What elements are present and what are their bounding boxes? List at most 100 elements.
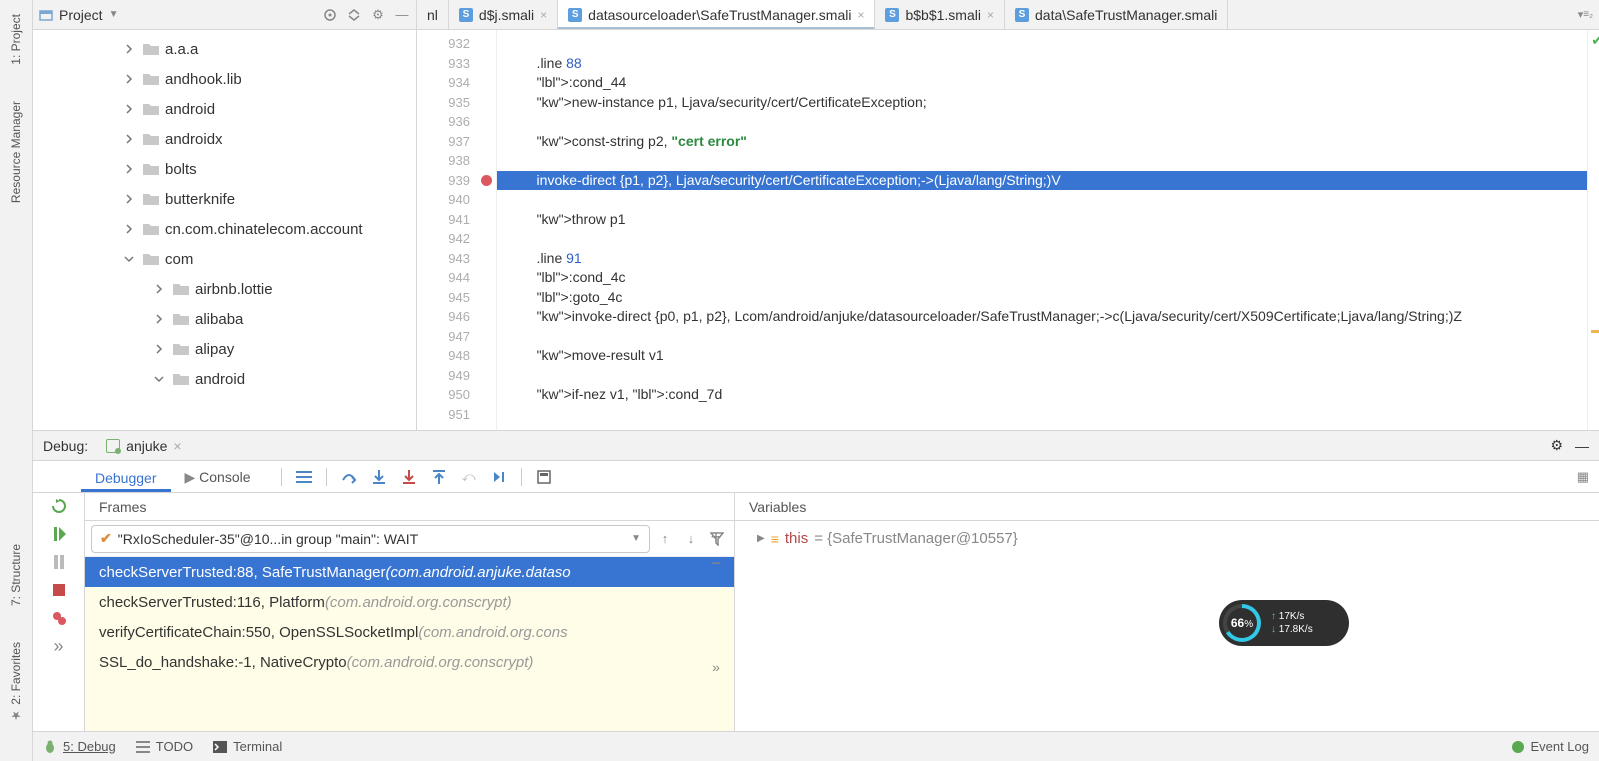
tree-item[interactable]: alibaba <box>33 304 416 334</box>
editor-tab[interactable]: Sdatasourceloader\SafeTrustManager.smali… <box>558 0 875 29</box>
chevron-down-icon[interactable] <box>153 373 165 385</box>
tree-item[interactable]: android <box>33 94 416 124</box>
editor-tab-bar: nl Sd$j.smali×Sdatasourceloader\SafeTrust… <box>417 0 1599 30</box>
rail-resource-manager[interactable]: Resource Manager <box>9 93 23 211</box>
status-event-log[interactable]: Event Log <box>1512 739 1589 754</box>
rail-project[interactable]: 1: Project <box>9 6 23 73</box>
variables-pane: Variables + − » ▶ ≡ this = {SafeTrustMan… <box>735 493 1599 731</box>
tree-item-label: cn.com.chinatelecom.account <box>165 221 363 238</box>
editor-tab[interactable]: Sdata\SafeTrustManager.smali <box>1005 0 1228 29</box>
drop-frame-icon[interactable]: ⤺ <box>461 469 477 485</box>
tree-item[interactable]: android <box>33 364 416 394</box>
rail-structure[interactable]: 7: Structure <box>9 536 23 614</box>
editor-tab[interactable]: nl <box>417 0 449 29</box>
warning-marker[interactable] <box>1591 330 1599 333</box>
stack-frame[interactable]: verifyCertificateChain:550, OpenSSLSocke… <box>85 617 734 647</box>
rail-favorites[interactable]: ★2: Favorites <box>9 634 23 731</box>
chevron-right-icon[interactable] <box>123 133 135 145</box>
thread-dropdown[interactable]: ✔ "RxIoScheduler-35"@10...in group "main… <box>91 525 650 553</box>
stop-button[interactable] <box>50 581 68 599</box>
tree-item[interactable]: a.a.a <box>33 34 416 64</box>
debugger-tab[interactable]: Debugger <box>81 464 171 492</box>
add-watch-button[interactable]: + <box>707 527 725 545</box>
folder-icon <box>143 72 159 86</box>
tree-item[interactable]: andhook.lib <box>33 64 416 94</box>
tree-item[interactable]: cn.com.chinatelecom.account <box>33 214 416 244</box>
more-button[interactable]: » <box>707 659 725 677</box>
more-button[interactable]: » <box>50 637 68 655</box>
project-tree[interactable]: a.a.aandhook.lib android androidxboltsbutt… <box>33 30 416 430</box>
tree-item[interactable]: alipay <box>33 334 416 364</box>
close-icon[interactable]: × <box>857 8 864 22</box>
frames-list[interactable]: checkServerTrusted:88, SafeTrustManager … <box>85 557 734 731</box>
force-step-into-icon[interactable] <box>401 469 417 485</box>
locate-icon[interactable] <box>322 7 338 23</box>
project-panel-title[interactable]: Project ▼ <box>39 7 118 23</box>
chevron-right-icon[interactable] <box>153 283 165 295</box>
pause-button[interactable] <box>50 553 68 571</box>
variable-row[interactable]: ▶ ≡ this = {SafeTrustManager@10557} <box>747 529 1587 547</box>
editor-tab[interactable]: Sb$b$1.smali× <box>875 0 1005 29</box>
step-into-icon[interactable] <box>371 469 387 485</box>
tab-label: nl <box>427 7 438 23</box>
tree-item[interactable]: androidx <box>33 124 416 154</box>
close-icon[interactable]: × <box>173 438 181 454</box>
debug-session-tab[interactable]: anjuke × <box>100 436 187 456</box>
chevron-right-icon[interactable] <box>123 223 135 235</box>
tree-item[interactable]: airbnb.lottie <box>33 274 416 304</box>
tree-item-label: android <box>165 101 215 118</box>
minimize-icon[interactable]: — <box>394 7 410 23</box>
remove-watch-button[interactable]: − <box>707 553 725 571</box>
step-out-icon[interactable] <box>431 469 447 485</box>
tree-item-label: alibaba <box>195 311 243 328</box>
chevron-right-icon[interactable] <box>123 103 135 115</box>
gear-icon[interactable]: ⚙ <box>1550 437 1563 454</box>
minimize-icon[interactable]: — <box>1575 438 1589 454</box>
frames-title: Frames <box>85 493 734 521</box>
project-icon <box>39 8 53 22</box>
chevron-down-icon[interactable] <box>123 253 135 265</box>
folder-icon <box>143 102 159 116</box>
editor-body[interactable]: 9329339349359369379389399409419429439449… <box>417 30 1599 430</box>
stack-frame[interactable]: SSL_do_handshake:-1, NativeCrypto (com.a… <box>85 647 734 677</box>
close-icon[interactable]: × <box>540 8 547 22</box>
variables-body[interactable]: + − » ▶ ≡ this = {SafeTrustManager@10557… <box>735 521 1599 731</box>
console-tab[interactable]: ▶ Console <box>171 463 265 492</box>
check-icon: ✔ <box>100 530 112 547</box>
editor-tab[interactable]: Sd$j.smali× <box>449 0 558 29</box>
layout-icon[interactable]: ▦ <box>1577 469 1599 485</box>
prev-frame-button[interactable]: ↑ <box>654 528 676 550</box>
step-over-icon[interactable] <box>341 469 357 485</box>
tree-item[interactable]: bolts <box>33 154 416 184</box>
tab-overflow[interactable]: ▾≡₂ <box>1572 0 1599 29</box>
rerun-button[interactable] <box>50 497 68 515</box>
close-icon[interactable]: × <box>987 8 994 22</box>
threads-icon[interactable] <box>296 469 312 485</box>
status-todo[interactable]: TODO <box>136 739 193 754</box>
expand-icon[interactable]: ▶ <box>757 533 765 544</box>
status-debug[interactable]: 5: Debug <box>43 739 116 754</box>
chevron-right-icon[interactable] <box>123 43 135 55</box>
run-to-cursor-icon[interactable] <box>491 469 507 485</box>
resume-button[interactable] <box>50 525 68 543</box>
chevron-right-icon[interactable] <box>123 73 135 85</box>
tree-item[interactable]: butterknife <box>33 184 416 214</box>
terminal-icon <box>213 741 227 753</box>
evaluate-icon[interactable] <box>536 469 552 485</box>
chevron-right-icon[interactable] <box>153 313 165 325</box>
chevron-right-icon[interactable] <box>123 193 135 205</box>
stack-frame[interactable]: checkServerTrusted:116, Platform (com.an… <box>85 587 734 617</box>
gear-icon[interactable]: ⚙ <box>370 7 386 23</box>
next-frame-button[interactable]: ↓ <box>680 528 702 550</box>
tree-item[interactable]: com <box>33 244 416 274</box>
stack-frame[interactable]: checkServerTrusted:88, SafeTrustManager … <box>85 557 734 587</box>
chevron-right-icon[interactable] <box>153 343 165 355</box>
status-terminal[interactable]: Terminal <box>213 739 282 754</box>
view-breakpoints-button[interactable] <box>50 609 68 627</box>
folder-icon <box>143 252 159 266</box>
check-icon: ✔ <box>1591 32 1599 49</box>
expand-icon[interactable] <box>346 7 362 23</box>
editor-code[interactable]: .line 88 "lbl">:cond_44 "kw">new-instanc… <box>497 30 1587 430</box>
performance-gauge[interactable]: 66% ↑ 17K/s ↓ 17.8K/s <box>1219 600 1349 646</box>
chevron-right-icon[interactable] <box>123 163 135 175</box>
